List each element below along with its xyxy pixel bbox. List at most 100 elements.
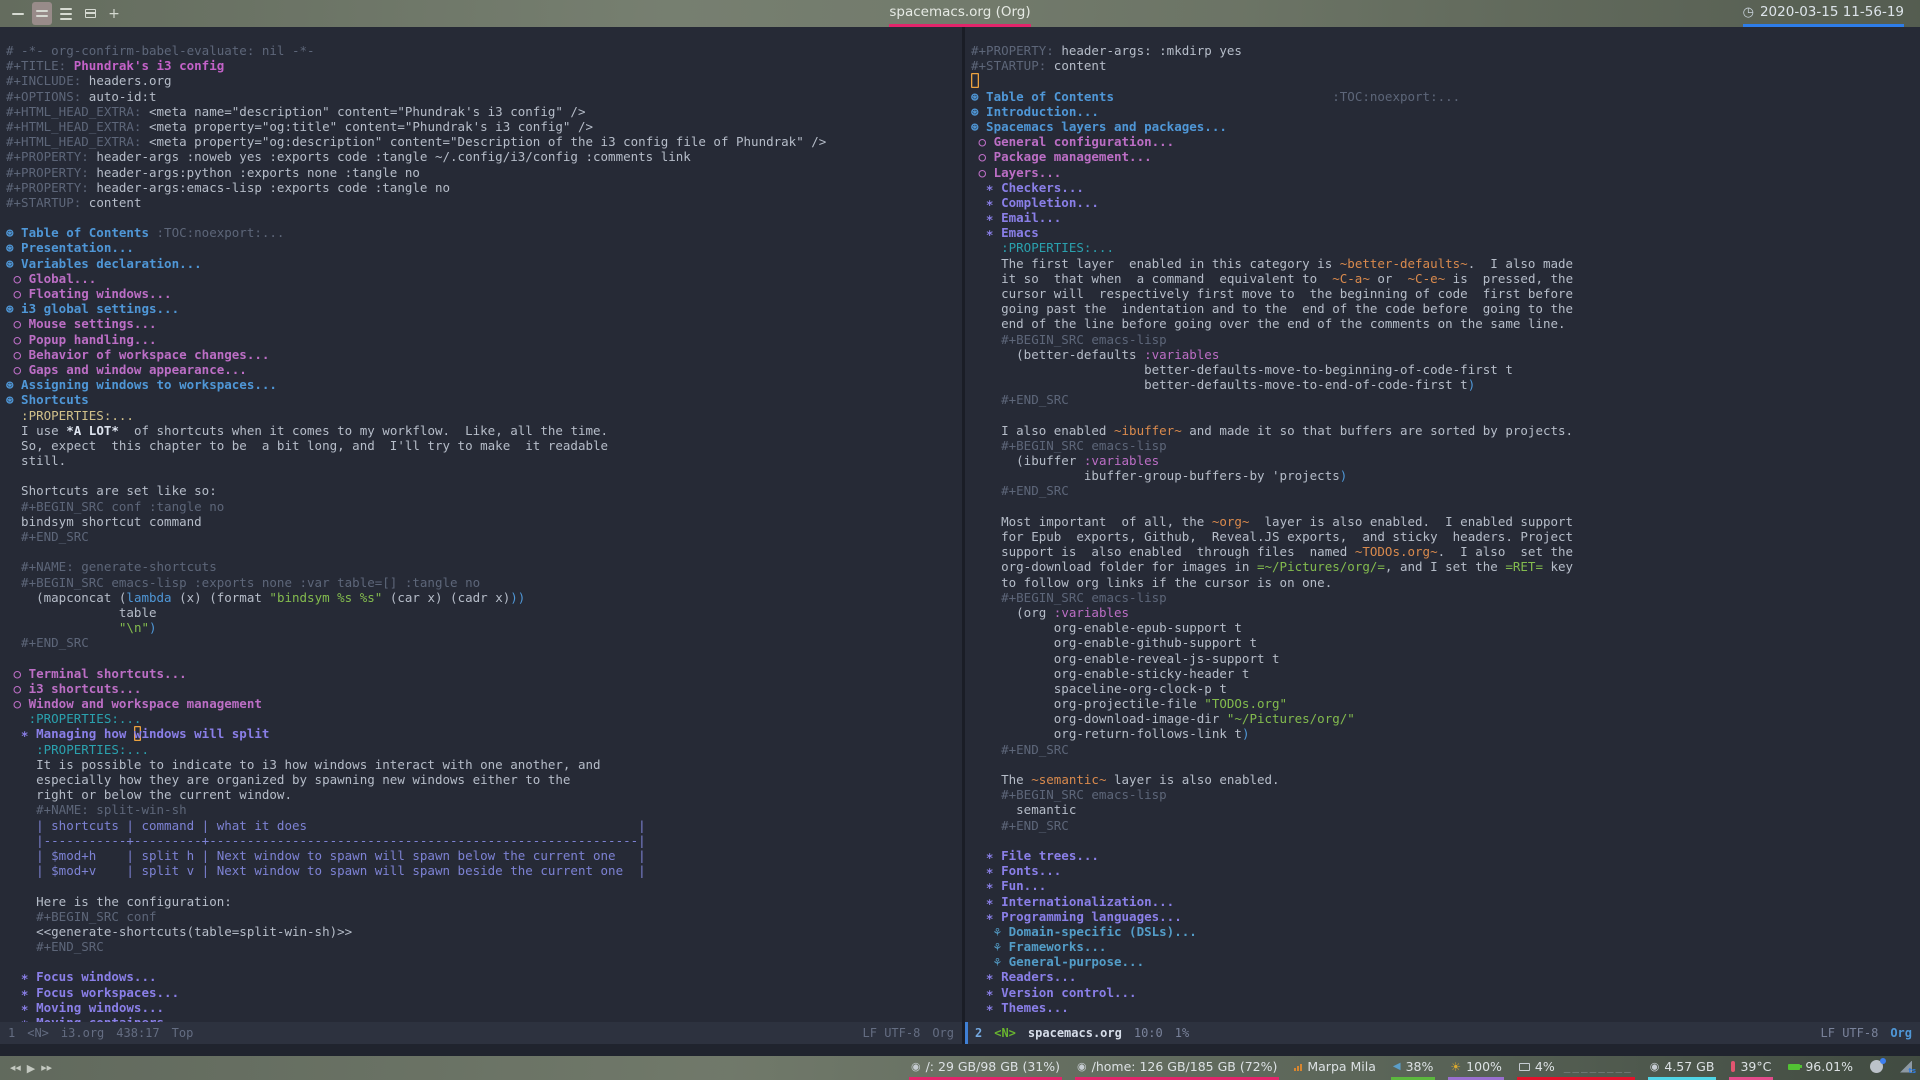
- buffer-line: |-----------+---------+-----------------…: [6, 832, 646, 848]
- major-mode-indicator: Org: [1890, 1026, 1912, 1040]
- evil-state-indicator: <N>: [994, 1026, 1016, 1040]
- buffer-name: spacemacs.org: [1027, 1026, 1122, 1040]
- buffer-line: #+NAME: split-win-sh: [6, 802, 187, 818]
- buffer-line: ○ Popup handling...: [6, 331, 157, 347]
- buffer-line: #+END_SRC: [6, 939, 104, 955]
- buffer-line: ○ Floating windows...: [6, 286, 172, 301]
- workspace-button-5-add[interactable]: +: [104, 2, 124, 25]
- buffer-line: [971, 833, 1920, 848]
- clock-icon: ◷: [1742, 4, 1754, 20]
- buffer-line: ⊛ Table of Contents :TOC:noexport:...: [971, 88, 1461, 104]
- buffer-line: Most important of all, the ~org~ layer i…: [971, 513, 1574, 529]
- buffer-line: ⊛ Table of Contents :TOC:noexport:...: [6, 225, 285, 241]
- module-label: /: 29 GB/98 GB (31%): [925, 1059, 1060, 1074]
- buffer-line: | $mod+v | split v | Next window to spaw…: [6, 863, 646, 879]
- status-module-battery[interactable]: 96.01%: [1786, 1056, 1855, 1080]
- buffer-line: ⊛ Spacemacs layers and packages...: [971, 118, 1227, 134]
- clock-widget[interactable]: ◷ 2020-03-15 11-56-19: [1742, 0, 1904, 27]
- battery-icon: [1788, 1063, 1803, 1070]
- buffer-line: :PROPERTIES:...: [6, 407, 134, 423]
- buffer-line: it so that when a command equivalent to …: [971, 270, 1574, 286]
- buffer-line: #+BEGIN_SRC conf :tangle no: [6, 498, 225, 514]
- buffer-line: [971, 408, 1920, 423]
- buffer-line: org-projectile-file "TODOs.org": [971, 696, 1288, 712]
- buffer-line: #+END_SRC: [971, 741, 1069, 757]
- buffer-line: :PROPERTIES:...: [971, 240, 1114, 256]
- buffer-line: ○ Package management...: [971, 149, 1152, 165]
- buffer-line: [6, 544, 962, 559]
- buffer-line: [6, 468, 962, 483]
- status-module-temperature[interactable]: 39°C: [1729, 1056, 1774, 1080]
- buffer-line: #+BEGIN_SRC conf: [6, 908, 157, 924]
- module-label: 4%: [1534, 1059, 1555, 1074]
- buffer-line: #+BEGIN_SRC emacs-lisp: [971, 787, 1167, 803]
- module-label: 39°C: [1740, 1059, 1772, 1074]
- media-next-button[interactable]: ▶▶: [41, 1064, 52, 1072]
- buffer-line: <<generate-shortcuts(table=split-win-sh)…: [6, 923, 353, 939]
- media-play-button[interactable]: ▶: [27, 1062, 35, 1075]
- workspace-button-1[interactable]: [8, 2, 28, 25]
- buffer-line: | $mod+h | split h | Next window to spaw…: [6, 847, 646, 863]
- status-module-volume[interactable]: ◀ 38%: [1390, 1056, 1436, 1080]
- disk-icon: ◉: [1649, 1060, 1660, 1073]
- buffer-line: ○ Window and workspace management: [6, 696, 262, 712]
- module-label: Marpa Mila: [1307, 1059, 1376, 1074]
- status-module-disk-root[interactable]: ◉ /: 29 GB/98 GB (31%): [908, 1056, 1062, 1080]
- workspace-button-3[interactable]: [56, 2, 76, 25]
- buffer-line: :PROPERTIES:...: [6, 741, 149, 757]
- buffer-line: [6, 954, 962, 969]
- buffer-line: I also enabled ~ibuffer~ and made it so …: [971, 422, 1574, 438]
- buffer-line: :PROPERTIES:...: [6, 711, 142, 727]
- buffer-line: The first layer enabled in this category…: [971, 255, 1574, 271]
- buffer-line: especially how they are organized by spa…: [6, 772, 571, 787]
- buffer-line: # -*- org-confirm-babel-evaluate: nil -*…: [6, 43, 315, 58]
- buffer-line: #+STARTUP: content: [6, 194, 142, 210]
- buffer-line: #+END_SRC: [6, 529, 89, 544]
- module-label: 4.57 GB: [1664, 1059, 1715, 1074]
- status-module-wifi-network[interactable]: Marpa Mila: [1292, 1056, 1378, 1080]
- status-module-disk-home[interactable]: ◉ /home: 126 GB/185 GB (72%): [1075, 1056, 1280, 1080]
- status-module-network-tray[interactable]: ts: [1898, 1056, 1916, 1080]
- status-modules: ◉ /: 29 GB/98 GB (31%) ◉ /home: 126 GB/185 …: [908, 1056, 1916, 1080]
- buffer-line: #+END_SRC: [971, 817, 1069, 833]
- buffer-line: ∗ Internationalization...: [971, 893, 1175, 909]
- encoding-indicator: LF UTF-8: [1820, 1026, 1879, 1040]
- buffer-line: semantic: [971, 802, 1077, 818]
- buffer-line: | shortcuts | command | what it does |: [6, 817, 646, 833]
- buffer-line: (ibuffer :variables: [971, 453, 1160, 469]
- buffer-line: So, expect this chapter to be a bit long…: [6, 437, 609, 453]
- buffer-line: ○ Behavior of workspace changes...: [6, 346, 270, 362]
- buffer-line: to follow org links if the cursor is on …: [971, 574, 1333, 590]
- buffer-line: #+HTML_HEAD_EXTRA: <meta property="og:ti…: [6, 118, 594, 134]
- status-module-memory[interactable]: ◉ 4.57 GB: [1647, 1056, 1717, 1080]
- buffer-line: better-defaults-move-to-beginning-of-cod…: [971, 361, 1513, 377]
- buffer-line: (mapconcat (lambda (x) (format "bindsym …: [6, 589, 526, 605]
- window-number: 1: [8, 1026, 16, 1040]
- buffer-window-spacemacs-org[interactable]: #+PROPERTY: header-args: :mkdirp yes #+ST…: [965, 27, 1920, 1022]
- thermo-icon: [1731, 1061, 1736, 1072]
- disk-icon: ◉: [910, 1060, 921, 1073]
- status-module-discord[interactable]: [1868, 1056, 1886, 1080]
- volume-icon: ◀: [1392, 1061, 1401, 1072]
- media-prev-button[interactable]: ◀◀: [10, 1064, 21, 1072]
- status-module-cpu[interactable]: 4% ________: [1516, 1056, 1635, 1080]
- workspace-button-2[interactable]: [32, 2, 52, 25]
- module-label: 96.01%: [1805, 1059, 1853, 1074]
- buffer-line: ⊛ Introduction...: [971, 103, 1099, 119]
- buffer-line: [6, 878, 962, 893]
- buffer-line: ⊛ i3 global settings...: [6, 301, 180, 317]
- signal-icon: [1294, 1062, 1303, 1071]
- status-module-brightness[interactable]: ☀ 100%: [1448, 1056, 1504, 1080]
- buffer-line: I use *A LOT* of shortcuts when it comes…: [6, 422, 609, 438]
- buffer-line: [971, 757, 1920, 772]
- buffer-line: #+END_SRC: [971, 483, 1069, 499]
- buffer-line: ○ Mouse settings...: [6, 316, 157, 332]
- workspace-button-4[interactable]: [80, 2, 100, 25]
- buffer-line: ∗ Email...: [971, 210, 1062, 226]
- desktop: + spacemacs.org (Org) ◷ 2020-03-15 11-56…: [0, 0, 1920, 1080]
- buffer-line: ∗ Fun...: [971, 878, 1047, 894]
- buffer-line: cursor will respectively first move to t…: [971, 286, 1574, 301]
- buffer-window-i3-org[interactable]: # -*- org-confirm-babel-evaluate: nil -*…: [0, 27, 962, 1022]
- buffer-line: org-download-image-dir "~/Pictures/org/": [971, 711, 1355, 727]
- buffer-line: ⚘ Domain-specific (DSLs)...: [971, 923, 1197, 939]
